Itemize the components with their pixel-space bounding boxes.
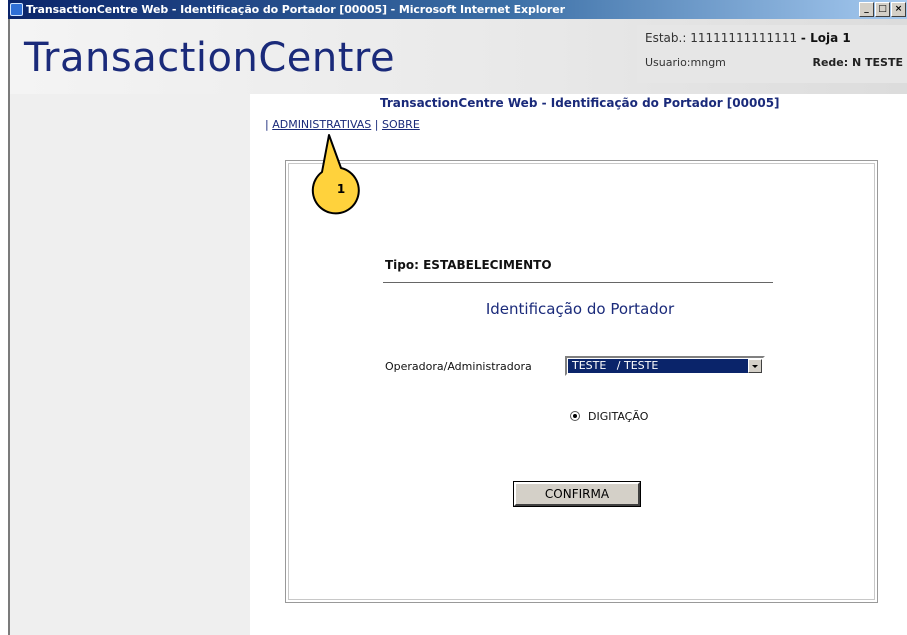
form-panel-inner [288, 163, 875, 600]
header-banner: TransactionCentre Estab.: 11111111111111… [10, 19, 907, 94]
window-titlebar: TransactionCentre Web - Identificação do… [8, 0, 907, 19]
radio-button-digitacao[interactable] [570, 411, 580, 421]
loja-value: - Loja 1 [800, 31, 851, 45]
estab-label: Estab.: [645, 31, 687, 45]
user-line: Usuario:mngm Rede: N TESTE [645, 56, 903, 69]
digitacao-option[interactable]: DIGITAÇÃO [570, 410, 648, 423]
left-sidebar [10, 94, 250, 635]
chevron-down-icon[interactable] [748, 359, 762, 373]
operadora-selected-value: TESTE / TESTE [568, 359, 748, 373]
callout-marker [311, 134, 360, 215]
section-title: Identificação do Portador [485, 300, 675, 318]
form-panel [285, 160, 878, 603]
ie-icon [10, 3, 23, 16]
usuario-value: Usuario:mngm [645, 56, 726, 69]
estab-value: 11111111111111 [690, 31, 798, 45]
operadora-label: Operadora/Administradora [385, 360, 532, 373]
close-button[interactable]: × [891, 2, 906, 17]
page-title: TransactionCentre Web - Identificação do… [380, 96, 780, 110]
brand-logo: TransactionCentre [24, 35, 396, 81]
radio-label-digitacao: DIGITAÇÃO [588, 410, 649, 423]
minimize-button[interactable]: _ [859, 2, 874, 17]
session-info: Estab.: 11111111111111 - Loja 1 Usuario:… [637, 25, 907, 83]
window-title: TransactionCentre Web - Identificação do… [26, 3, 565, 16]
rede-value: Rede: N TESTE [812, 56, 904, 69]
divider [383, 282, 773, 283]
callout-bubble [311, 134, 360, 215]
operadora-select[interactable]: TESTE / TESTE [565, 356, 765, 376]
confirm-button[interactable]: CONFIRMA [513, 481, 641, 507]
tipo-label: Tipo: ESTABELECIMENTO [385, 258, 552, 272]
maximize-button[interactable]: □ [875, 2, 890, 17]
callout-number: 1 [336, 182, 346, 196]
estab-line: Estab.: 11111111111111 - Loja 1 [645, 31, 851, 45]
